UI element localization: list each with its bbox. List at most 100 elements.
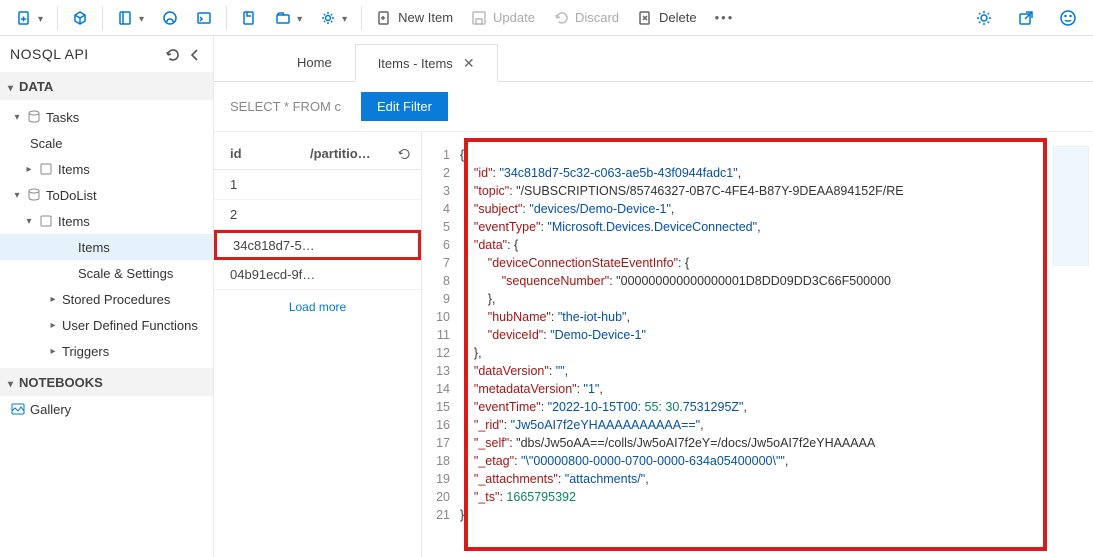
tree-tdl-items-inner-label: Items — [78, 240, 110, 255]
terminal-button[interactable] — [188, 4, 220, 32]
chevron-down-icon — [297, 10, 302, 25]
github-button[interactable] — [154, 4, 186, 32]
edit-filter-button[interactable]: Edit Filter — [361, 92, 448, 121]
new-item-label: New Item — [398, 10, 453, 25]
tree-scale-settings[interactable]: Scale & Settings — [0, 260, 213, 286]
top-toolbar: New Item Update Discard Delete ••• — [0, 0, 1093, 36]
close-icon[interactable]: ✕ — [463, 55, 475, 72]
external-link-icon — [1017, 9, 1035, 27]
tree-gallery[interactable]: Gallery — [0, 396, 213, 422]
save-disk-icon — [471, 10, 487, 26]
sidebar-title-row: NOSQL API — [0, 36, 213, 72]
tree-scale[interactable]: Scale — [0, 130, 213, 156]
tab-home[interactable]: Home — [274, 43, 355, 81]
refresh-icon[interactable] — [397, 147, 411, 161]
tree-scale-settings-label: Scale & Settings — [78, 266, 173, 281]
tree-tasks-items[interactable]: Items — [0, 156, 213, 182]
new-item-button[interactable]: New Item — [368, 4, 461, 32]
tree-tdl-items[interactable]: Items — [0, 208, 213, 234]
new-sql-query-button[interactable] — [8, 4, 51, 32]
tabs-row: Home Items - Items ✕ — [214, 36, 1093, 82]
chevron-right-icon — [24, 164, 34, 174]
minimap[interactable] — [1053, 146, 1089, 266]
gear-icon — [975, 9, 993, 27]
tree-tasks-items-label: Items — [58, 162, 90, 177]
tree-sprocs-label: Stored Procedures — [62, 292, 170, 307]
chevron-down-icon — [12, 112, 22, 122]
container-icon — [38, 161, 54, 177]
tree-triggers[interactable]: Triggers — [0, 338, 213, 364]
tree-udf[interactable]: User Defined Functions — [0, 312, 213, 338]
chevron-down-icon — [12, 190, 22, 200]
chevron-down-icon — [8, 375, 13, 390]
open-external-button[interactable] — [1009, 4, 1043, 32]
tree-tdl-items-label: Items — [58, 214, 90, 229]
delete-button[interactable]: Delete — [629, 4, 705, 32]
undo-icon — [553, 10, 569, 26]
data-tree: Tasks Scale Items ToDoList Items It — [0, 100, 213, 368]
terminal-icon — [196, 10, 212, 26]
tree-tasks[interactable]: Tasks — [0, 104, 213, 130]
update-button[interactable]: Update — [463, 4, 543, 32]
chevron-down-icon — [24, 216, 34, 226]
settings-dropdown-button[interactable] — [312, 4, 355, 32]
highlight-box — [464, 138, 1047, 551]
filter-row: SELECT * FROM c Edit Filter — [214, 82, 1093, 132]
list-item-label: 2 — [230, 207, 237, 222]
document-plus-icon — [16, 10, 32, 26]
database-icon — [26, 109, 42, 125]
tree-tasks-label: Tasks — [46, 110, 79, 125]
notebook-icon — [117, 10, 133, 26]
item-list-header: id /partitio… — [214, 138, 421, 170]
cube-button[interactable] — [64, 4, 96, 32]
list-item-selected[interactable]: 34c818d7-5… — [214, 230, 421, 260]
gallery-icon — [10, 401, 26, 417]
open-query-button[interactable] — [267, 4, 310, 32]
section-data-label: DATA — [19, 79, 53, 94]
tree-gallery-label: Gallery — [30, 402, 71, 417]
tree-sprocs[interactable]: Stored Procedures — [0, 286, 213, 312]
section-data[interactable]: DATA — [0, 72, 213, 100]
filter-query: SELECT * FROM c — [230, 99, 341, 114]
tree-todolist-label: ToDoList — [46, 188, 97, 203]
refresh-icon[interactable] — [165, 47, 180, 62]
col-partition[interactable]: /partitio… — [310, 146, 397, 161]
tree-triggers-label: Triggers — [62, 344, 109, 359]
collapse-icon[interactable] — [188, 47, 203, 62]
load-more-button[interactable]: Load more — [214, 290, 421, 324]
notebook-button[interactable] — [109, 4, 152, 32]
folder-open-icon — [275, 10, 291, 26]
github-icon — [162, 10, 178, 26]
section-notebooks[interactable]: NOTEBOOKS — [0, 368, 213, 396]
save-query-button[interactable] — [233, 4, 265, 32]
discard-button[interactable]: Discard — [545, 4, 627, 32]
sidebar-title: NOSQL API — [10, 46, 89, 62]
tree-todolist[interactable]: ToDoList — [0, 182, 213, 208]
chevron-down-icon — [139, 10, 144, 25]
chevron-right-icon — [48, 294, 58, 304]
feedback-button[interactable] — [1051, 4, 1085, 32]
document-new-icon — [376, 10, 392, 26]
section-notebooks-label: NOTEBOOKS — [19, 375, 103, 390]
more-button[interactable]: ••• — [707, 4, 743, 32]
delete-icon — [637, 10, 653, 26]
discard-label: Discard — [575, 10, 619, 25]
list-item[interactable]: 1 — [214, 170, 421, 200]
content-area: Home Items - Items ✕ SELECT * FROM c Edi… — [214, 36, 1093, 557]
delete-label: Delete — [659, 10, 697, 25]
list-item-label: 1 — [230, 177, 237, 192]
list-item[interactable]: 04b91ecd-9f… — [214, 260, 421, 290]
chevron-down-icon — [38, 10, 43, 25]
settings-button[interactable] — [967, 4, 1001, 32]
cube-icon — [72, 10, 88, 26]
item-list: id /partitio… 1 2 34c818d7-5… 04b91ecd-9… — [214, 132, 422, 557]
tree-udf-label: User Defined Functions — [62, 318, 198, 333]
json-editor[interactable]: 123456789101112131415161718192021 { "id"… — [422, 132, 1093, 557]
chevron-right-icon — [48, 346, 58, 356]
database-icon — [26, 187, 42, 203]
list-item[interactable]: 2 — [214, 200, 421, 230]
update-label: Update — [493, 10, 535, 25]
tab-items[interactable]: Items - Items ✕ — [355, 44, 498, 82]
col-id[interactable]: id — [230, 146, 310, 161]
tree-tdl-items-inner[interactable]: Items — [0, 234, 213, 260]
